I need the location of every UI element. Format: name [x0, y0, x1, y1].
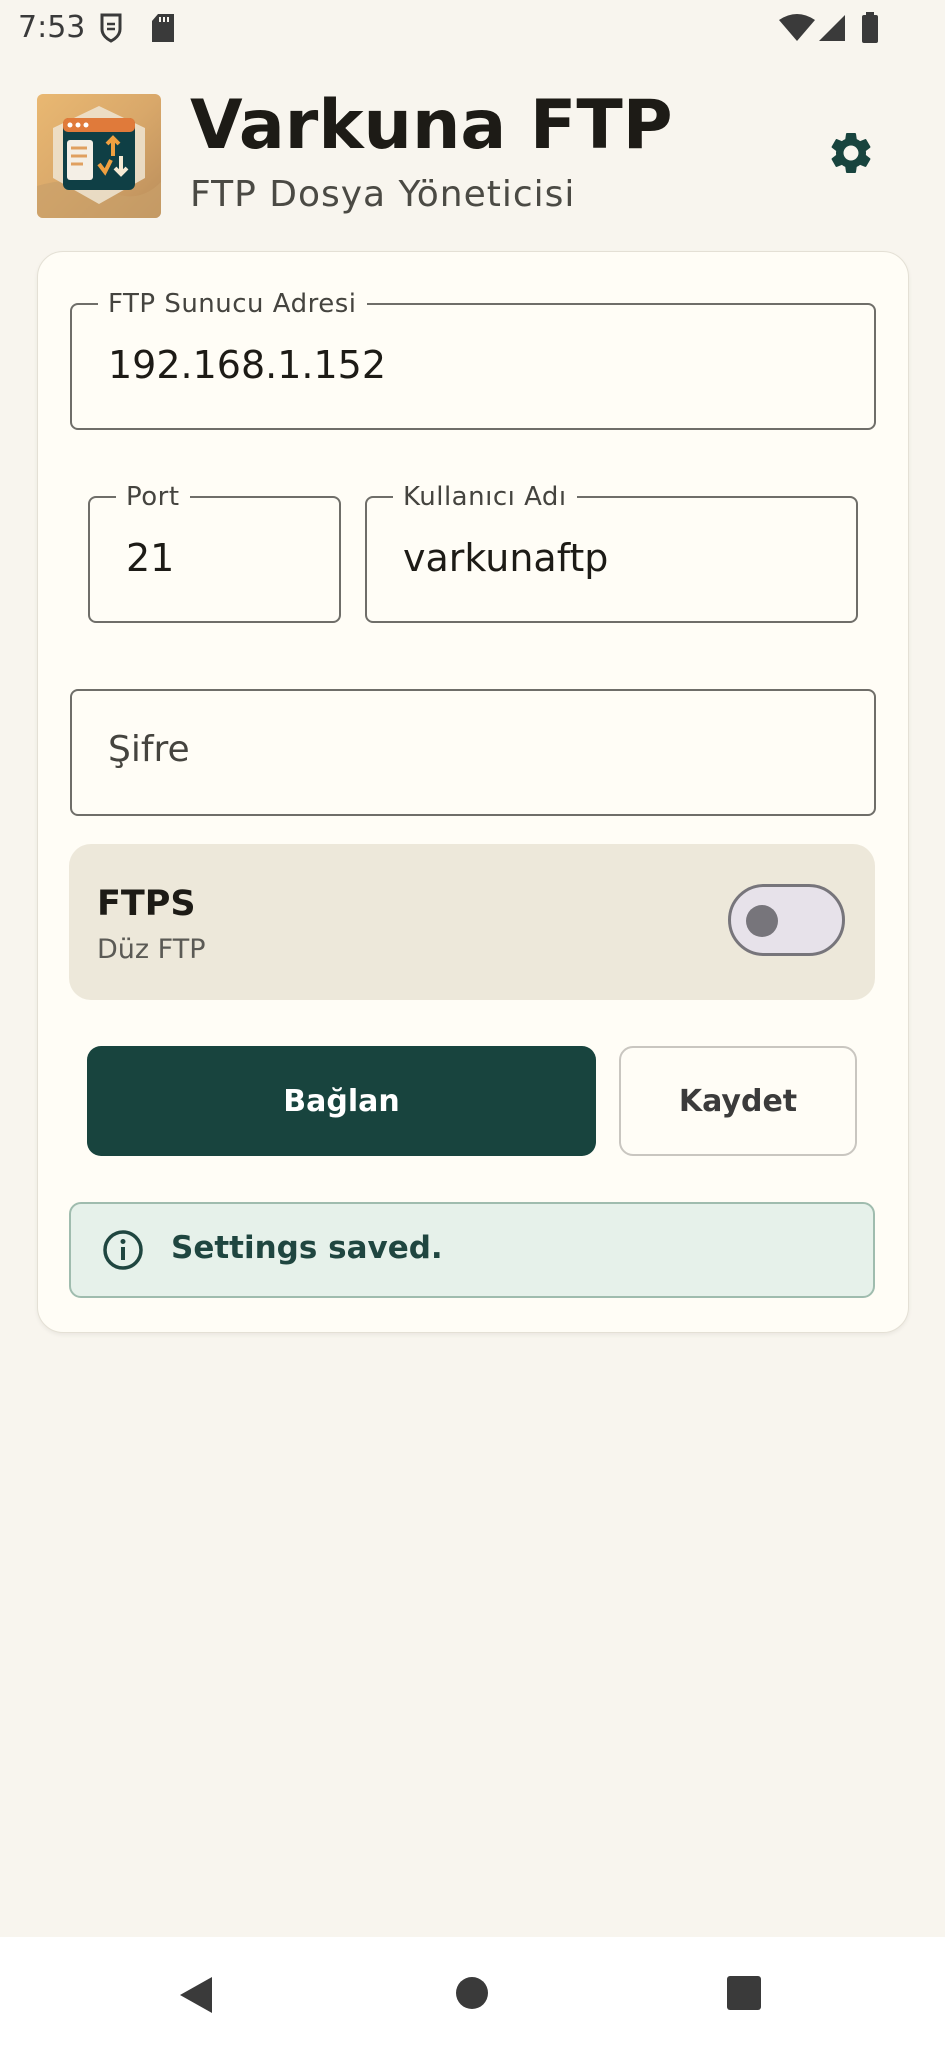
home-icon[interactable]: [455, 1976, 489, 2015]
connect-button[interactable]: Bağlan: [87, 1046, 596, 1156]
password-field[interactable]: Şifre: [70, 689, 876, 816]
ftps-panel: FTPS Düz FTP: [69, 844, 875, 1000]
ftps-subtitle: Düz FTP: [97, 934, 206, 965]
ftps-toggle[interactable]: [728, 884, 845, 956]
gear-icon: [826, 133, 876, 182]
port-value: 21: [126, 536, 175, 580]
navigation-bar: [0, 1937, 945, 2048]
wifi-icon: [778, 14, 816, 47]
shield-notification-icon: [98, 12, 124, 49]
server-address-value: 192.168.1.152: [108, 343, 387, 387]
sd-card-icon: [150, 12, 176, 49]
status-bar: 7:53: [0, 0, 945, 56]
info-message: Settings saved.: [69, 1202, 875, 1298]
status-time: 7:53: [18, 10, 86, 45]
port-label: Port: [116, 482, 190, 512]
app-title: Varkuna FTP: [190, 86, 673, 165]
app-logo: [37, 94, 161, 218]
recents-icon[interactable]: [726, 1975, 762, 2016]
port-field[interactable]: Port 21: [88, 482, 341, 623]
settings-button[interactable]: [826, 128, 876, 178]
toggle-knob: [746, 905, 778, 937]
info-text: Settings saved.: [171, 1230, 443, 1266]
username-field[interactable]: Kullanıcı Adı varkunaftp: [365, 482, 858, 623]
cellular-signal-icon: [818, 14, 846, 47]
ftps-title: FTPS: [97, 884, 196, 924]
password-placeholder: Şifre: [108, 729, 190, 770]
info-icon: [101, 1228, 145, 1277]
username-label: Kullanıcı Adı: [393, 482, 577, 512]
server-address-field[interactable]: FTP Sunucu Adresi 192.168.1.152: [70, 289, 876, 430]
battery-icon: [861, 12, 879, 49]
connection-card: FTP Sunucu Adresi 192.168.1.152 Port 21 …: [37, 251, 909, 1333]
server-address-label: FTP Sunucu Adresi: [98, 289, 367, 319]
back-icon[interactable]: [178, 1975, 214, 2020]
save-button[interactable]: Kaydet: [619, 1046, 857, 1156]
app-subtitle: FTP Dosya Yöneticisi: [190, 174, 576, 215]
username-value: varkunaftp: [403, 536, 609, 580]
